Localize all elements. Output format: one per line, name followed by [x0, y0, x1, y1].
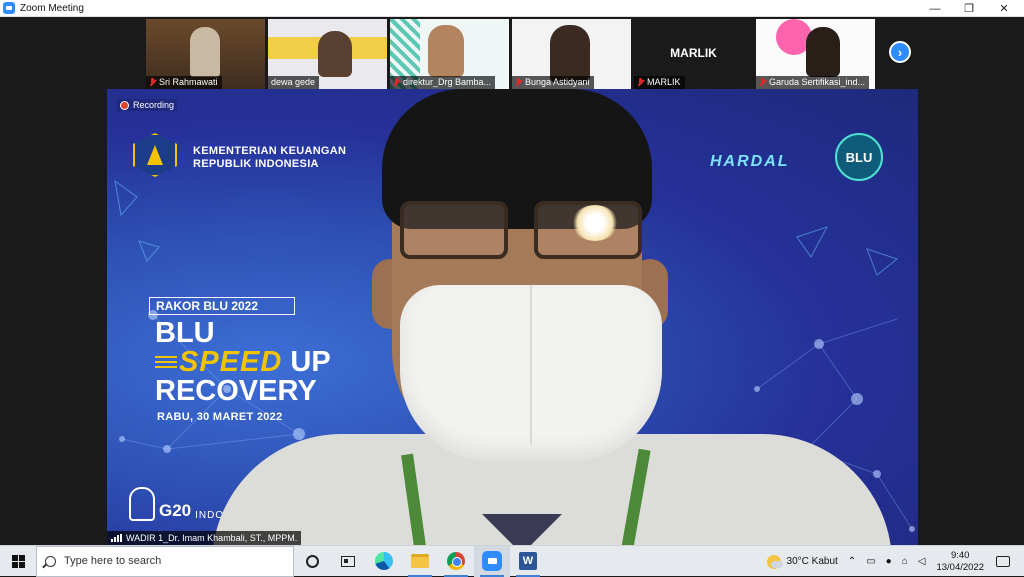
window-title: Zoom Meeting — [20, 2, 84, 14]
blu-logo: BLU — [835, 133, 883, 181]
windows-start-button[interactable] — [0, 546, 36, 577]
edge-icon — [375, 552, 393, 570]
windows-logo-icon — [11, 554, 25, 568]
weather-widget[interactable]: 30°C Kabut — [766, 554, 838, 569]
chevron-right-icon[interactable]: › — [889, 41, 911, 63]
participant-name: dewa gede — [271, 77, 316, 87]
participant-video — [806, 27, 840, 77]
lens-glare — [572, 205, 618, 241]
file-explorer-icon — [411, 554, 429, 568]
system-tray: 30°C Kabut ⌃ ▭ ● ⌂ ◁ 9:40 13/04/2022 — [762, 546, 1024, 577]
signal-strength-icon — [111, 534, 122, 542]
participant-tile[interactable]: dewa gede — [268, 19, 387, 89]
file-explorer-button[interactable] — [402, 546, 438, 577]
speed-lines-icon — [155, 356, 177, 371]
ministry-title: KEMENTERIAN KEUANGAN REPUBLIK INDONESIA — [193, 145, 346, 171]
search-icon — [45, 555, 56, 567]
network-icon[interactable]: ⌂ — [902, 556, 908, 567]
word-icon: W — [519, 552, 537, 570]
participant-name: direktur_Drg Bamba... — [403, 77, 492, 87]
participant-name-bar: dewa gede — [268, 76, 320, 89]
minimize-button[interactable]: — — [918, 0, 952, 17]
participant-name-bar: Bunga Astidyani — [512, 76, 594, 89]
headline-line-1: BLU — [155, 317, 215, 349]
weather-icon — [766, 554, 783, 569]
window-titlebar: Zoom Meeting — ❐ ✕ — [0, 0, 1024, 17]
participant-name: Garuda Sertifikasi_ind... — [769, 77, 866, 87]
zoom-taskbar-button[interactable] — [474, 545, 510, 577]
participant-tile[interactable]: MARLIK MARLIK — [634, 19, 753, 89]
g20-text: G20 — [159, 501, 192, 520]
clock-time: 9:40 — [950, 549, 970, 561]
chrome-icon — [447, 552, 465, 570]
participant-video — [190, 27, 220, 77]
headline-line-2: SPEED UP — [155, 348, 331, 377]
participant-tile[interactable]: direktur_Drg Bamba... — [390, 19, 509, 89]
taskbar-clock[interactable]: 9:40 13/04/2022 — [936, 550, 984, 574]
participant-name-bar: MARLIK — [634, 76, 685, 89]
record-icon — [120, 100, 129, 110]
participant-tile[interactable]: Garuda Sertifikasi_ind... — [756, 19, 875, 89]
participant-video — [550, 25, 590, 83]
participant-name: MARLIK — [647, 77, 681, 87]
notification-icon[interactable] — [996, 556, 1010, 567]
rakor-label: RAKOR BLU 2022 — [149, 297, 295, 315]
muted-mic-icon — [393, 78, 400, 87]
event-date: RABU, 30 MARET 2022 — [157, 411, 283, 423]
windows-taskbar: Type here to search W 30°C Kabut ⌃ ▭ ● ⌂… — [0, 545, 1024, 577]
participant-name: Bunga Astidyani — [525, 77, 590, 87]
chevron-up-icon[interactable]: ⌃ — [848, 556, 856, 567]
participant-name-bar: direktur_Drg Bamba... — [390, 76, 496, 89]
active-speaker-video: Recording KEMENTERIAN KEUANGAN REPUBLIK … — [107, 89, 918, 545]
speaker-person — [212, 89, 892, 545]
restore-button[interactable]: ❐ — [952, 0, 986, 17]
participant-name-bar: Garuda Sertifikasi_ind... — [756, 76, 870, 89]
weather-text: 30°C Kabut — [786, 556, 838, 567]
speaker-glasses — [400, 201, 650, 259]
participant-center-name: MARLIK — [670, 46, 717, 60]
zoom-app-icon — [3, 2, 15, 14]
participant-tile[interactable]: Bunga Astidyani — [512, 19, 631, 89]
ministry-line-1: KEMENTERIAN KEUANGAN — [193, 145, 347, 157]
participant-name-bar: Sri Rahmawati — [146, 76, 222, 89]
muted-mic-icon — [637, 78, 644, 87]
taskbar-search-input[interactable]: Type here to search — [36, 545, 294, 577]
headline-speed: SPEED — [179, 346, 283, 378]
muted-mic-icon — [149, 78, 156, 87]
cortana-button[interactable] — [294, 546, 330, 577]
edge-button[interactable] — [366, 546, 402, 577]
headline-line-3: RECOVERY — [155, 375, 317, 407]
chrome-button[interactable] — [438, 546, 474, 577]
display-icon[interactable]: ▭ — [866, 556, 875, 567]
task-view-icon — [341, 555, 355, 567]
volume-icon[interactable]: ◁ — [918, 556, 926, 567]
glasses-lens — [400, 201, 508, 259]
clock-date: 13/04/2022 — [936, 561, 984, 573]
task-view-button[interactable] — [330, 546, 366, 577]
muted-mic-icon — [759, 78, 766, 87]
g20-emblem-icon — [129, 487, 155, 521]
speaker-name-bar: WADIR 1_Dr. Imam Khambali, ST., MPPM. — [107, 531, 302, 545]
face-mask — [400, 285, 662, 461]
speaker-name: WADIR 1_Dr. Imam Khambali, ST., MPPM. — [126, 533, 298, 543]
word-button[interactable]: W — [510, 546, 546, 577]
participant-video — [318, 31, 352, 77]
participant-name: Sri Rahmawati — [159, 77, 218, 87]
recording-indicator[interactable]: Recording — [117, 99, 178, 111]
muted-mic-icon — [515, 78, 522, 87]
meeting-area: Sri Rahmawati dewa gede direktur_Drg Bam… — [0, 17, 1024, 545]
gallery-strip: Sri Rahmawati dewa gede direktur_Drg Bam… — [146, 19, 875, 89]
close-button[interactable]: ✕ — [987, 0, 1021, 17]
search-placeholder: Type here to search — [64, 555, 162, 567]
zoom-icon — [482, 551, 502, 571]
cortana-icon — [305, 554, 319, 568]
microphone-icon[interactable]: ● — [886, 556, 892, 567]
ministry-line-2: REPUBLIK INDONESIA — [193, 158, 319, 170]
recording-label: Recording — [133, 100, 175, 110]
participant-video — [428, 25, 464, 77]
headline-up: UP — [282, 346, 331, 378]
participant-tile[interactable]: Sri Rahmawati — [146, 19, 265, 89]
event-headline: BLU SPEED UP RECOVERY — [155, 319, 331, 406]
